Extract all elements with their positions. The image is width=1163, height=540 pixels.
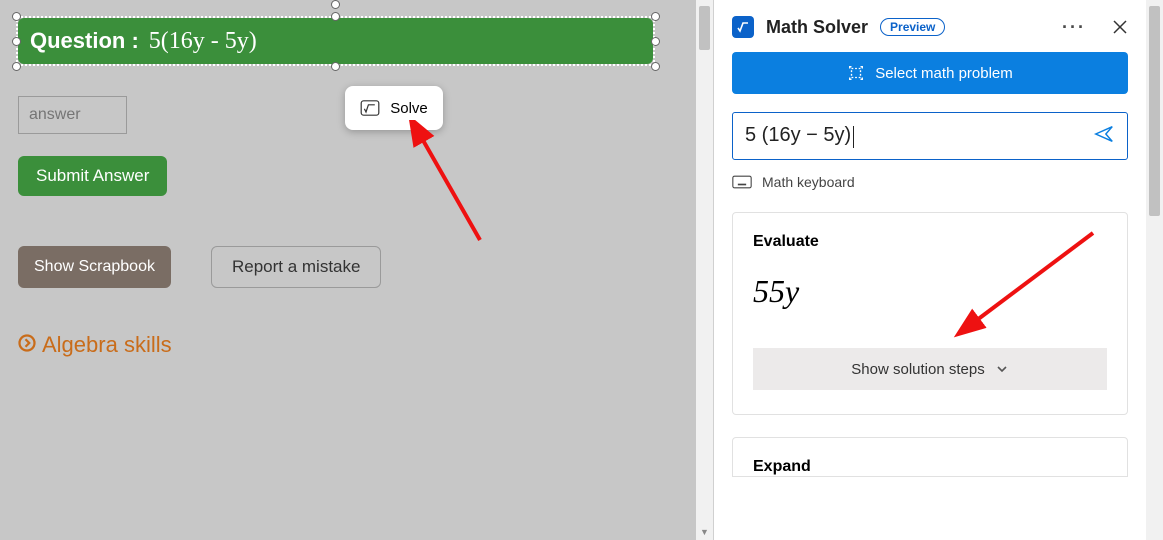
math-keyboard-button[interactable]: Math keyboard bbox=[732, 174, 1128, 190]
left-pane-scrollbar[interactable]: ▲ ▼ bbox=[696, 0, 713, 540]
solve-popup-button[interactable]: Solve bbox=[345, 86, 443, 130]
show-solution-steps-button[interactable]: Show solution steps bbox=[753, 348, 1107, 390]
solve-popup-label: Solve bbox=[390, 100, 428, 117]
submit-answer-button[interactable]: Submit Answer bbox=[18, 156, 167, 196]
radical-icon bbox=[360, 100, 380, 116]
scroll-down-icon[interactable]: ▼ bbox=[696, 523, 713, 540]
chevron-right-icon bbox=[18, 332, 36, 358]
close-icon bbox=[1112, 19, 1128, 35]
solver-header: Math Solver Preview ··· bbox=[714, 0, 1146, 52]
question-expression: 5(16y - 5y) bbox=[149, 28, 257, 55]
selection-handle[interactable] bbox=[12, 62, 21, 71]
selection-handle[interactable] bbox=[651, 62, 660, 71]
evaluate-card: Evaluate 55y Show solution steps bbox=[732, 212, 1128, 415]
expression-text: 5 (16y − 5y) bbox=[745, 124, 1093, 147]
solver-scrollbar[interactable] bbox=[1146, 0, 1163, 540]
report-mistake-button[interactable]: Report a mistake bbox=[211, 246, 382, 288]
send-icon bbox=[1093, 123, 1115, 145]
preview-badge: Preview bbox=[880, 18, 945, 36]
evaluate-result: 55y bbox=[753, 273, 1107, 310]
math-solver-app-icon bbox=[732, 16, 754, 38]
selection-handle[interactable] bbox=[651, 12, 660, 21]
algebra-skills-label: Algebra skills bbox=[42, 332, 172, 358]
expression-input[interactable]: 5 (16y − 5y) bbox=[732, 112, 1128, 160]
chevron-down-icon bbox=[995, 362, 1009, 376]
expand-title: Expand bbox=[753, 458, 811, 475]
scroll-thumb[interactable] bbox=[1149, 6, 1160, 216]
crop-selection-icon bbox=[847, 64, 865, 82]
annotation-arrow-icon bbox=[400, 120, 500, 250]
answer-input[interactable] bbox=[18, 96, 127, 134]
send-expression-button[interactable] bbox=[1093, 123, 1115, 150]
math-keyboard-label: Math keyboard bbox=[762, 174, 855, 190]
question-label: Question : bbox=[30, 28, 139, 54]
selection-rotate-handle[interactable] bbox=[331, 0, 340, 9]
solver-title: Math Solver bbox=[766, 17, 868, 38]
scroll-thumb[interactable] bbox=[699, 6, 710, 50]
select-math-problem-button[interactable]: Select math problem bbox=[732, 52, 1128, 94]
math-solver-pane: Math Solver Preview ··· Select math prob… bbox=[714, 0, 1163, 540]
keyboard-icon bbox=[732, 175, 752, 189]
expand-card: Expand bbox=[732, 437, 1128, 477]
show-steps-label: Show solution steps bbox=[851, 361, 984, 378]
close-button[interactable] bbox=[1112, 19, 1128, 35]
algebra-skills-link[interactable]: Algebra skills bbox=[18, 332, 678, 358]
question-bar: Question : 5(16y - 5y) bbox=[18, 18, 653, 64]
show-scrapbook-button[interactable]: Show Scrapbook bbox=[18, 246, 171, 288]
select-math-problem-label: Select math problem bbox=[875, 65, 1013, 82]
more-options-button[interactable]: ··· bbox=[1062, 17, 1086, 38]
evaluate-title: Evaluate bbox=[753, 233, 1107, 251]
worksheet-pane: Question : 5(16y - 5y) Submit Answer Sho… bbox=[0, 0, 696, 540]
